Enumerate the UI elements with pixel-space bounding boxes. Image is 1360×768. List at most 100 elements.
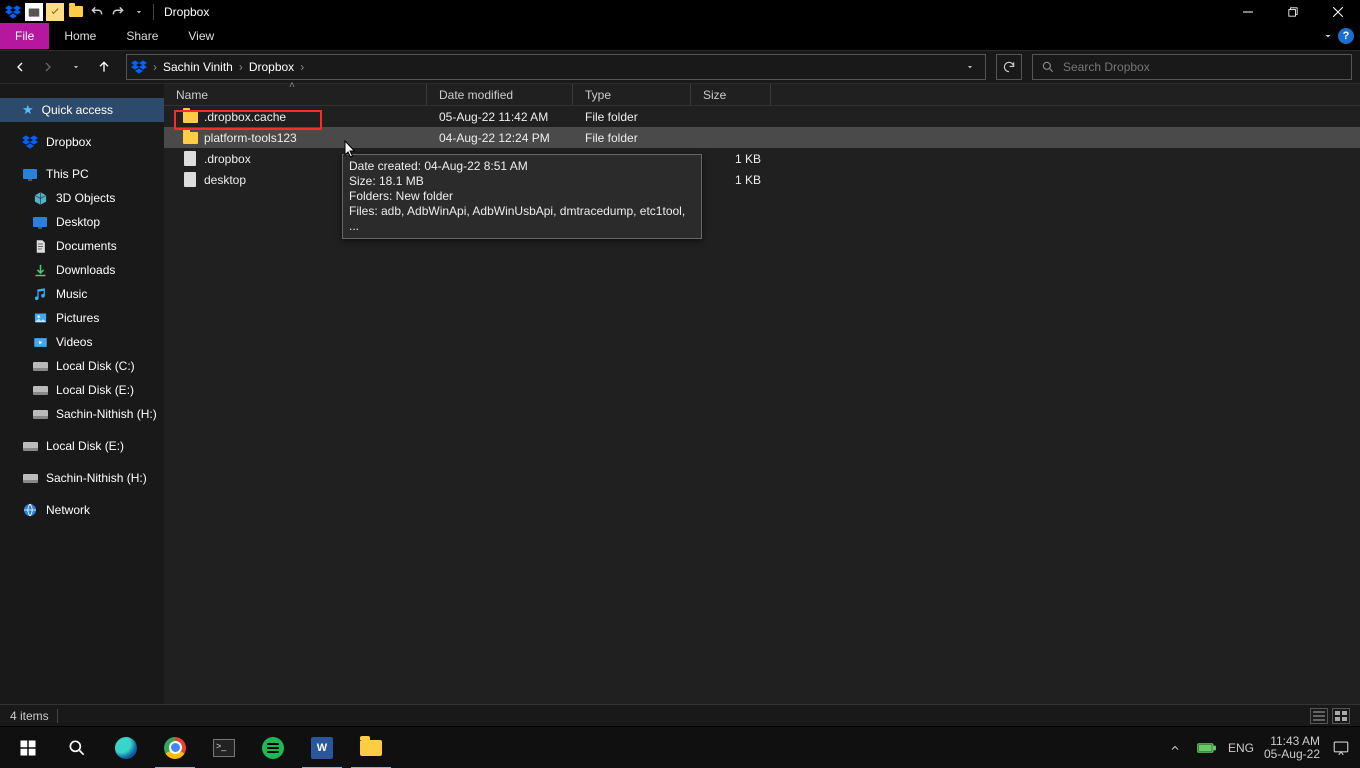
maximize-button[interactable] bbox=[1270, 0, 1315, 23]
search-input[interactable] bbox=[1063, 60, 1343, 74]
file-icon bbox=[182, 172, 198, 188]
sidebar-item-desktop[interactable]: Desktop bbox=[0, 210, 164, 234]
network-icon bbox=[22, 502, 38, 518]
separator bbox=[153, 4, 154, 20]
sidebar-item-label: Local Disk (C:) bbox=[56, 359, 135, 373]
address-dropdown-icon[interactable] bbox=[959, 56, 981, 78]
tab-home[interactable]: Home bbox=[49, 23, 111, 49]
details-view-button[interactable] bbox=[1310, 708, 1328, 724]
taskbar-app-terminal[interactable]: >_ bbox=[200, 727, 248, 768]
taskbar-app-explorer[interactable] bbox=[347, 727, 395, 768]
sidebar-item-nithish-h-2[interactable]: Sachin-Nithish (H:) bbox=[0, 466, 164, 490]
sidebar-item-label: Videos bbox=[56, 335, 92, 349]
dropbox-icon bbox=[4, 3, 22, 21]
ribbon-expand-icon[interactable] bbox=[1322, 30, 1334, 42]
cell-type: File folder bbox=[573, 127, 691, 148]
dropbox-icon bbox=[131, 59, 147, 75]
star-icon: ★ bbox=[22, 102, 34, 118]
download-icon bbox=[32, 262, 48, 278]
chevron-right-icon[interactable]: › bbox=[300, 60, 304, 74]
tray-language[interactable]: ENG bbox=[1228, 741, 1254, 755]
ribbon-tabs: File Home Share View ? bbox=[0, 23, 1360, 50]
drive-icon bbox=[22, 438, 38, 454]
sidebar-item-videos[interactable]: Videos bbox=[0, 330, 164, 354]
sidebar-item-label: Local Disk (E:) bbox=[46, 439, 124, 453]
taskbar-app-word[interactable]: W bbox=[298, 727, 346, 768]
column-header-date[interactable]: Date modified bbox=[427, 84, 573, 105]
tab-share[interactable]: Share bbox=[111, 23, 173, 49]
cell-name: platform-tools123 bbox=[164, 127, 427, 148]
thumbnails-view-button[interactable] bbox=[1332, 708, 1350, 724]
minimize-button[interactable] bbox=[1225, 0, 1270, 23]
sidebar-item-local-c[interactable]: Local Disk (C:) bbox=[0, 354, 164, 378]
cell-size: 1 KB bbox=[691, 169, 771, 190]
sidebar-item-label: Pictures bbox=[56, 311, 99, 325]
qat-dropdown-icon[interactable] bbox=[130, 3, 148, 21]
sidebar-item-label: 3D Objects bbox=[56, 191, 115, 205]
breadcrumb-folder[interactable]: Dropbox bbox=[249, 60, 294, 74]
sidebar-item-nithish-h[interactable]: Sachin-Nithish (H:) bbox=[0, 402, 164, 426]
sidebar-item-downloads[interactable]: Downloads bbox=[0, 258, 164, 282]
properties-icon[interactable] bbox=[46, 3, 64, 21]
drive-icon bbox=[32, 406, 48, 422]
cell-type: File folder bbox=[573, 106, 691, 127]
sidebar-item-documents[interactable]: Documents bbox=[0, 234, 164, 258]
recent-locations-button[interactable] bbox=[64, 55, 88, 79]
taskbar-app-chrome[interactable] bbox=[151, 727, 199, 768]
undo-icon[interactable] bbox=[88, 3, 106, 21]
sidebar-item-label: Documents bbox=[56, 239, 117, 253]
table-row[interactable]: platform-tools12304-Aug-22 12:24 PMFile … bbox=[164, 127, 1360, 148]
battery-icon[interactable] bbox=[1196, 737, 1218, 759]
breadcrumb-root[interactable]: Sachin Vinith bbox=[163, 60, 233, 74]
folder-icon bbox=[182, 109, 198, 125]
sidebar-item-dropbox[interactable]: Dropbox bbox=[0, 130, 164, 154]
drive-icon bbox=[32, 358, 48, 374]
forward-button[interactable] bbox=[36, 55, 60, 79]
sidebar-item-quick-access[interactable]: ★ Quick access bbox=[0, 98, 164, 122]
help-icon[interactable]: ? bbox=[1338, 28, 1354, 44]
new-folder-icon[interactable] bbox=[67, 3, 85, 21]
tray-clock[interactable]: 11:43 AM 05-Aug-22 bbox=[1264, 735, 1320, 761]
music-icon bbox=[32, 286, 48, 302]
videos-icon bbox=[32, 334, 48, 350]
notifications-icon[interactable] bbox=[1330, 737, 1352, 759]
up-button[interactable] bbox=[92, 55, 116, 79]
tab-view[interactable]: View bbox=[173, 23, 229, 49]
sidebar-item-local-e-2[interactable]: Local Disk (E:) bbox=[0, 434, 164, 458]
redo-icon[interactable] bbox=[109, 3, 127, 21]
address-bar[interactable]: › Sachin Vinith › Dropbox › bbox=[126, 54, 986, 80]
file-name: desktop bbox=[204, 173, 246, 187]
pin-folder-icon[interactable] bbox=[25, 3, 43, 21]
search-button[interactable] bbox=[53, 727, 101, 768]
file-name: .dropbox bbox=[204, 152, 251, 166]
column-header-label: Name bbox=[176, 88, 208, 102]
table-row[interactable]: .dropbox.cache05-Aug-22 11:42 AMFile fol… bbox=[164, 106, 1360, 127]
tooltip-line: Folders: New folder bbox=[349, 189, 695, 204]
sidebar-item-music[interactable]: Music bbox=[0, 282, 164, 306]
taskbar-app-edge[interactable] bbox=[102, 727, 150, 768]
search-box[interactable] bbox=[1032, 54, 1352, 80]
sidebar-item-this-pc[interactable]: This PC bbox=[0, 162, 164, 186]
close-button[interactable] bbox=[1315, 0, 1360, 23]
chevron-right-icon[interactable]: › bbox=[239, 60, 243, 74]
refresh-button[interactable] bbox=[996, 54, 1022, 80]
column-header-size[interactable]: Size bbox=[691, 84, 771, 105]
sidebar-item-pictures[interactable]: Pictures bbox=[0, 306, 164, 330]
sidebar-item-3d-objects[interactable]: 3D Objects bbox=[0, 186, 164, 210]
column-headers: Name ˄ Date modified Type Size bbox=[164, 84, 1360, 106]
sidebar-item-local-e[interactable]: Local Disk (E:) bbox=[0, 378, 164, 402]
chevron-right-icon[interactable]: › bbox=[153, 60, 157, 74]
taskbar-app-spotify[interactable] bbox=[249, 727, 297, 768]
column-header-name[interactable]: Name ˄ bbox=[164, 84, 427, 105]
column-header-type[interactable]: Type bbox=[573, 84, 691, 105]
documents-icon bbox=[32, 238, 48, 254]
drive-icon bbox=[32, 382, 48, 398]
tab-file[interactable]: File bbox=[0, 23, 49, 49]
sidebar-item-label: This PC bbox=[46, 167, 89, 181]
start-button[interactable] bbox=[4, 727, 52, 768]
back-button[interactable] bbox=[8, 55, 32, 79]
status-bar: 4 items bbox=[0, 704, 1360, 726]
sidebar-item-network[interactable]: Network bbox=[0, 498, 164, 522]
tray-overflow-icon[interactable] bbox=[1164, 737, 1186, 759]
desktop-icon bbox=[32, 214, 48, 230]
